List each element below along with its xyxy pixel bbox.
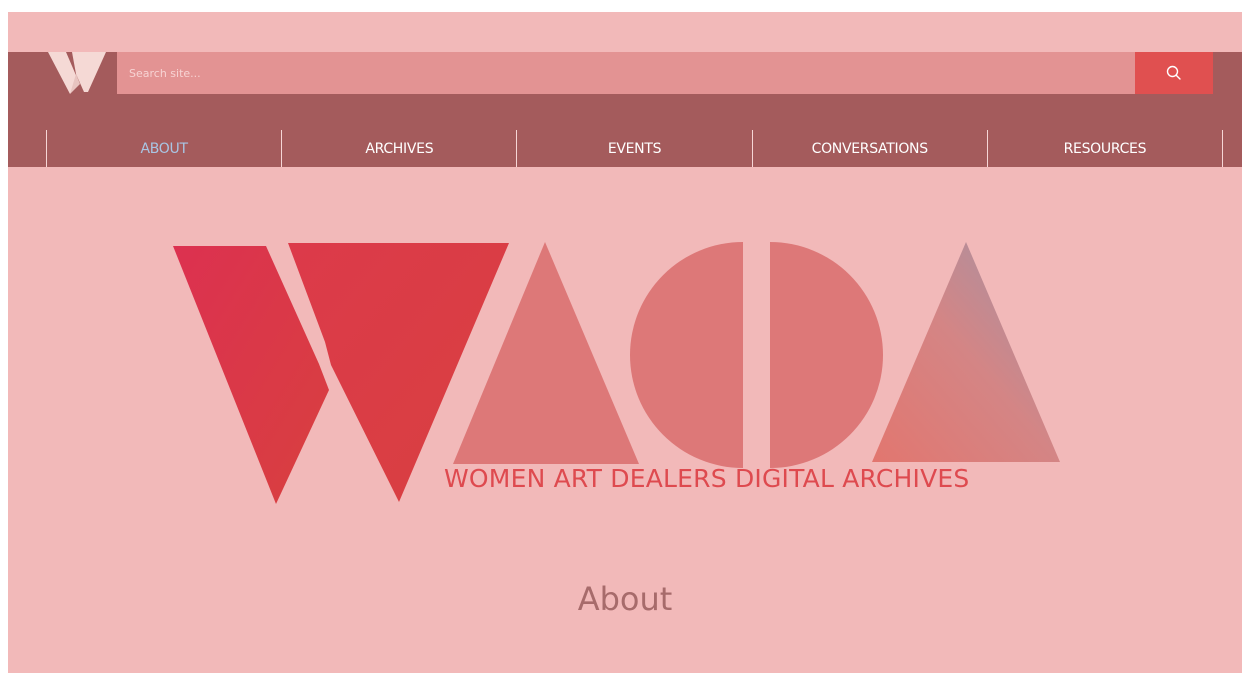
nav-item-archives[interactable]: ARCHIVES <box>282 130 518 167</box>
nav-item-resources[interactable]: RESOURCES <box>988 130 1224 167</box>
page-title: About <box>577 580 673 618</box>
nav-item-events[interactable]: EVENTS <box>517 130 753 167</box>
letter-d-half-circle-right-shape <box>770 242 883 468</box>
site-header: ABOUT ARCHIVES EVENTS CONVERSATIONS RESO… <box>8 52 1242 167</box>
nav-item-conversations[interactable]: CONVERSATIONS <box>753 130 988 167</box>
search-input[interactable] <box>117 52 1135 94</box>
nav-item-about[interactable]: ABOUT <box>47 130 283 167</box>
main-nav: ABOUT ARCHIVES EVENTS CONVERSATIONS RESO… <box>46 130 1224 167</box>
letter-d-half-circle-left-shape <box>630 242 743 468</box>
letter-a-gradient-triangle-shape <box>872 242 1060 462</box>
site-logo-link[interactable] <box>46 52 106 94</box>
search-icon <box>1166 65 1181 80</box>
page: ABOUT ARCHIVES EVENTS CONVERSATIONS RESO… <box>8 12 1242 673</box>
search-button[interactable] <box>1135 52 1213 94</box>
wada-w-logo-icon <box>48 52 106 94</box>
site-tagline: WOMEN ART DEALERS DIGITAL ARCHIVES <box>444 464 970 493</box>
